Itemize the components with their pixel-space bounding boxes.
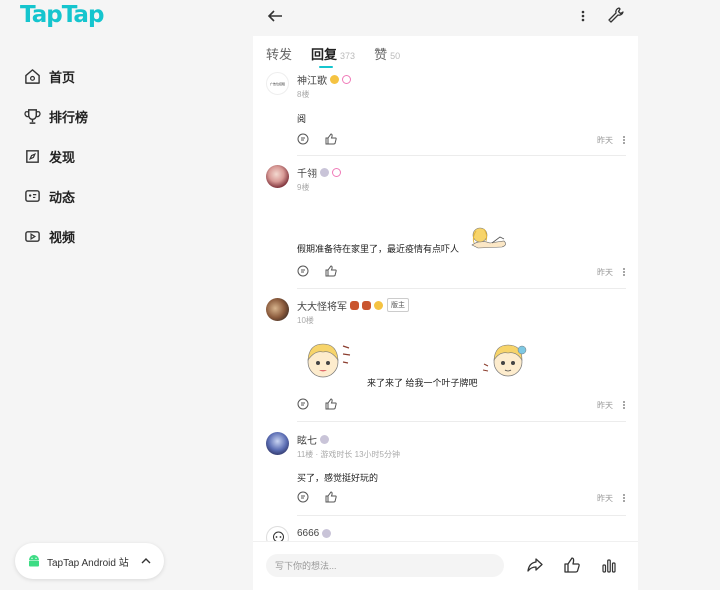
more-vertical-icon[interactable]	[622, 493, 626, 503]
reply-icon[interactable]	[297, 398, 309, 410]
reply-icon[interactable]	[297, 265, 309, 277]
sidebar-item-video[interactable]: 视频	[24, 216, 88, 256]
comment-time: 昨天	[597, 136, 613, 145]
reply-icon[interactable]	[297, 133, 309, 145]
sidebar-item-label: 排行榜	[49, 109, 89, 125]
comment-panel: 转发 回复 373 赞 50 广告位招租 神江歌 8楼 阅 昨天 千翎 9楼 假…	[253, 36, 638, 590]
comment-time: 昨天	[597, 268, 613, 277]
floor-number: 8楼	[297, 90, 310, 99]
pink-badge-icon	[342, 74, 351, 84]
divider	[297, 515, 626, 516]
divider	[297, 155, 626, 156]
username[interactable]: 6666	[297, 528, 319, 539]
comment-text: 来了来了 给我一个叶子牌吧	[367, 378, 478, 388]
more-vertical-icon[interactable]	[622, 267, 626, 277]
tab-likes[interactable]: 赞 50	[374, 44, 400, 63]
comment-item: 眩七 11楼 · 游戏时长 13小时5分钟 买了，感觉挺好玩的 昨天	[266, 432, 626, 516]
sidebar-item-discover[interactable]: 发现	[24, 136, 88, 176]
trophy-icon	[24, 108, 41, 124]
level-badge-icon	[330, 74, 339, 84]
level-badge-icon	[320, 167, 329, 177]
stats-icon[interactable]	[601, 557, 617, 573]
sticker-image	[482, 344, 527, 377]
sidebar-item-label: 首页	[49, 69, 76, 85]
floor-number: 9楼	[297, 183, 310, 192]
tab-bar: 转发 回复 373 赞 50	[266, 44, 419, 63]
avatar[interactable]	[266, 165, 289, 188]
reply-bar	[253, 541, 638, 590]
sticker-image	[471, 227, 506, 249]
sidebar-item-ranking[interactable]: 排行榜	[24, 96, 88, 136]
active-tab-indicator	[319, 66, 333, 68]
sidebar-item-label: 动态	[49, 189, 76, 205]
tab-label: 转发	[266, 47, 293, 62]
pink-badge-icon	[332, 167, 341, 177]
sticker-image	[307, 343, 351, 378]
level-badge-icon	[374, 300, 383, 310]
home-icon	[25, 68, 40, 84]
thumbs-up-icon[interactable]	[564, 557, 580, 573]
moderator-tag: 版主	[387, 298, 409, 312]
more-vertical-icon[interactable]	[576, 7, 590, 25]
android-site-label: TapTap Android 站	[47, 557, 129, 569]
comment-text: 买了，感觉挺好玩的	[297, 473, 379, 483]
thumbs-up-icon[interactable]	[325, 491, 337, 503]
tab-replies[interactable]: 回复 373	[311, 44, 355, 63]
username[interactable]: 大大怪将军	[297, 298, 347, 313]
video-icon	[25, 230, 40, 242]
floor-number: 10楼	[297, 316, 314, 325]
more-vertical-icon[interactable]	[622, 135, 626, 145]
back-arrow-icon[interactable]	[266, 7, 284, 25]
thumbs-up-icon[interactable]	[325, 265, 337, 277]
mushroom-badge-icon	[350, 300, 359, 310]
sidebar-item-label: 视频	[49, 229, 76, 245]
comment-text: 阅	[297, 114, 307, 124]
tab-count: 373	[340, 51, 356, 61]
username[interactable]: 千翎	[297, 165, 317, 180]
android-icon	[29, 555, 39, 567]
taptap-logo[interactable]: TapTap	[20, 2, 104, 28]
comment-time: 昨天	[597, 494, 613, 503]
comment-item: 大大怪将军 版主 10楼 来了来了 给我一个叶子牌吧 昨天	[266, 298, 626, 422]
compass-icon	[26, 149, 39, 163]
comment-item: 广告位招租 神江歌 8楼 阅 昨天	[266, 72, 626, 156]
reply-input[interactable]	[266, 554, 504, 577]
sidebar-item-label: 发现	[49, 149, 76, 165]
sidebar-nav: 首页 排行榜 发现 动态 视频	[24, 56, 88, 256]
more-vertical-icon[interactable]	[622, 400, 626, 410]
tab-label: 回复	[311, 47, 338, 62]
level-badge-icon	[322, 528, 332, 538]
level-badge-icon	[320, 434, 329, 444]
share-icon[interactable]	[527, 557, 543, 573]
avatar[interactable]: 广告位招租	[266, 72, 289, 95]
reply-icon[interactable]	[297, 491, 309, 503]
floor-and-playtime: 11楼 · 游戏时长 13小时5分钟	[297, 450, 400, 459]
comment-text: 假期准备待在家里了，最近疫情有点吓人	[297, 244, 460, 254]
thumbs-up-icon[interactable]	[325, 133, 337, 145]
thumbs-up-icon[interactable]	[325, 398, 337, 410]
mushroom-badge-icon	[362, 300, 371, 310]
tab-label: 赞	[374, 47, 388, 62]
chevron-up-icon[interactable]	[140, 555, 152, 567]
tab-count: 50	[390, 51, 401, 61]
tab-forward[interactable]: 转发	[266, 44, 292, 63]
comment-time: 昨天	[597, 401, 613, 410]
avatar[interactable]	[266, 432, 289, 455]
android-site-button[interactable]: TapTap Android 站	[15, 543, 164, 579]
avatar[interactable]	[266, 298, 289, 321]
comment-item: 千翎 9楼 假期准备待在家里了，最近疫情有点吓人 昨天	[266, 165, 626, 289]
divider	[297, 421, 626, 422]
username[interactable]: 眩七	[297, 432, 317, 447]
sidebar-item-home[interactable]: 首页	[24, 56, 88, 96]
message-icon	[25, 189, 40, 202]
divider	[297, 288, 626, 289]
username[interactable]: 神江歌	[297, 72, 327, 87]
wrench-icon[interactable]	[607, 6, 625, 24]
sidebar-item-feed[interactable]: 动态	[24, 176, 88, 216]
